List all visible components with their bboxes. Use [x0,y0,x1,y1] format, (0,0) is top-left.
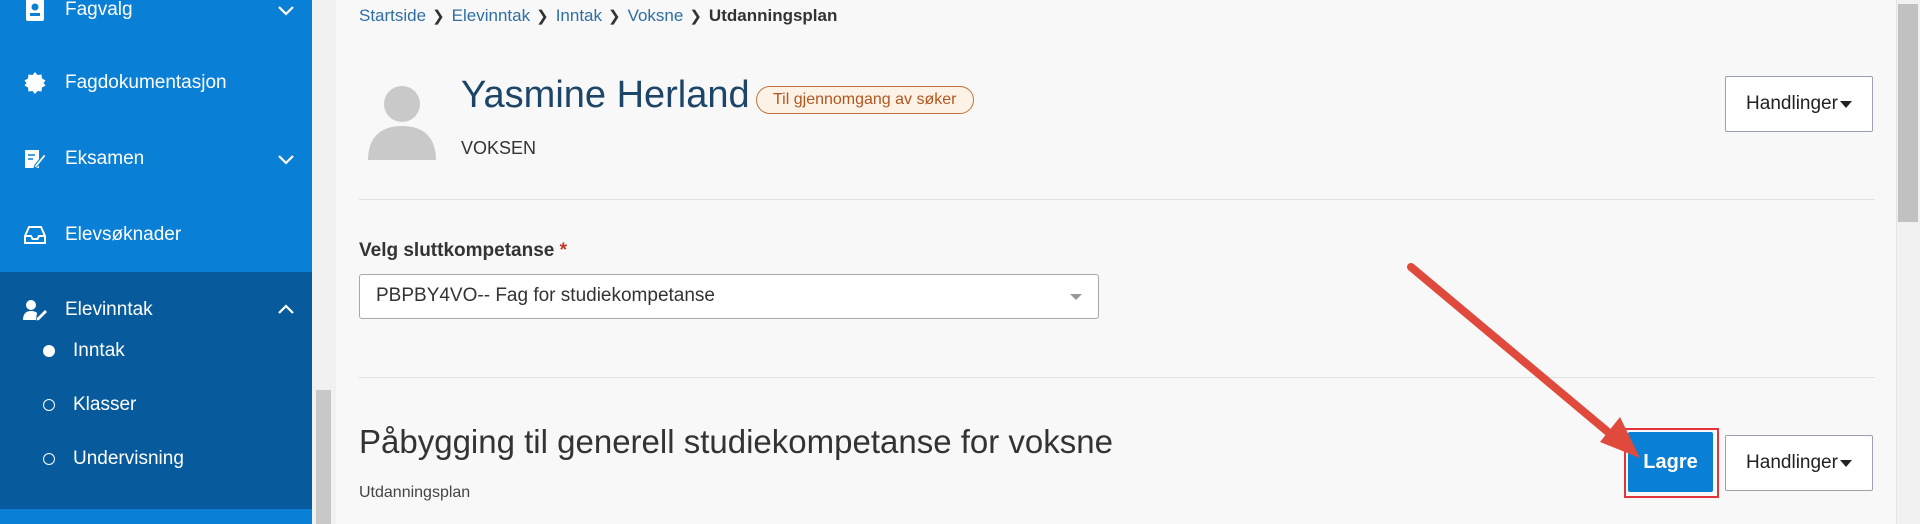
inactive-dot-icon [43,453,55,465]
sidebar-item-label: Fagvalg [65,0,133,20]
sidebar-item-fagvalg[interactable]: Fagvalg [0,0,312,48]
sidebar-scrollbar-thumb[interactable] [316,390,331,524]
sluttkompetanse-select[interactable]: PBPBY4VO-- Fag for studiekompetanse [359,274,1099,319]
caret-down-icon [1839,100,1852,108]
handlinger-dropdown-button[interactable]: Handlinger [1725,435,1873,491]
sidebar-subitem-label: Klasser [73,394,137,415]
breadcrumb-link[interactable]: Voksne [628,6,684,26]
chevron-up-icon [278,304,294,314]
user-edit-icon [22,297,48,323]
page-title: Yasmine Herland [461,74,750,116]
sidebar-item-label: Elevinntak [65,299,153,320]
sidebar-item-eksamen[interactable]: Eksamen [0,121,312,197]
breadcrumb-link[interactable]: Inntak [556,6,602,26]
pen-paper-icon [22,146,48,172]
save-button[interactable]: Lagre [1628,432,1713,492]
status-badge: Til gjennomgang av søker [756,86,974,114]
caret-down-icon [1839,459,1852,467]
chevron-right-icon: ❯ [536,8,549,25]
select-value: PBPBY4VO-- Fag for studiekompetanse [376,285,715,306]
breadcrumb-link[interactable]: Startside [359,6,426,26]
breadcrumb-current: Utdanningsplan [708,6,838,25]
sidebar-item-elevsoknader[interactable]: Elevsøknader [0,197,312,273]
handlinger-label: Handlinger [1746,452,1838,473]
section-title: Påbygging til generell studiekompetanse … [359,423,1113,460]
handlinger-label: Handlinger [1746,93,1838,114]
profile-subtitle: VOKSEN [461,138,537,158]
breadcrumb-link[interactable]: Elevinntak [452,6,530,26]
dropdown-arrow-icon [1070,294,1082,300]
avatar-icon [368,86,436,160]
section-subtitle: Utdanningsplan [359,484,471,501]
field-label: Velg sluttkompetanse * [359,240,567,262]
sidebar-subitem-inntak[interactable]: Inntak [0,324,312,378]
breadcrumb: Startside ❯ Elevinntak ❯ Inntak ❯ Voksne ❯ U… [359,6,837,26]
page-scrollbar-thumb[interactable] [1898,4,1918,222]
handlinger-dropdown-button[interactable]: Handlinger [1725,76,1873,132]
inbox-icon [22,222,48,248]
sidebar-subitem-label: Undervisning [73,448,184,469]
required-marker: * [559,240,568,261]
chevron-right-icon: ❯ [689,8,702,25]
sidebar-item-label: Eksamen [65,148,145,169]
chevron-right-icon: ❯ [608,8,621,25]
inactive-dot-icon [43,399,55,411]
sidebar-subitem-label: Inntak [73,340,125,361]
divider [359,377,1875,378]
chevron-down-icon [278,6,294,16]
sidebar-subitem-klasser[interactable]: Klasser [0,378,312,432]
field-label-text: Velg sluttkompetanse [359,240,555,261]
chevron-down-icon [278,155,294,165]
sidebar-item-label: Fagdokumentasjon [65,72,227,93]
gear-badge-icon [22,70,48,96]
sidebar-submenu: Inntak Klasser Undervisning [0,324,312,509]
sidebar-item-fagdokumentasjon[interactable]: Fagdokumentasjon [0,45,312,121]
id-card-icon [22,0,48,23]
sidebar-subitem-undervisning[interactable]: Undervisning [0,432,312,486]
active-dot-icon [43,345,55,357]
sidebar: Fagvalg Fagdokumentasjon Eksamen Elevsøk… [0,0,312,524]
chevron-right-icon: ❯ [432,8,445,25]
sidebar-item-label: Elevsøknader [65,224,182,245]
divider [359,199,1875,200]
